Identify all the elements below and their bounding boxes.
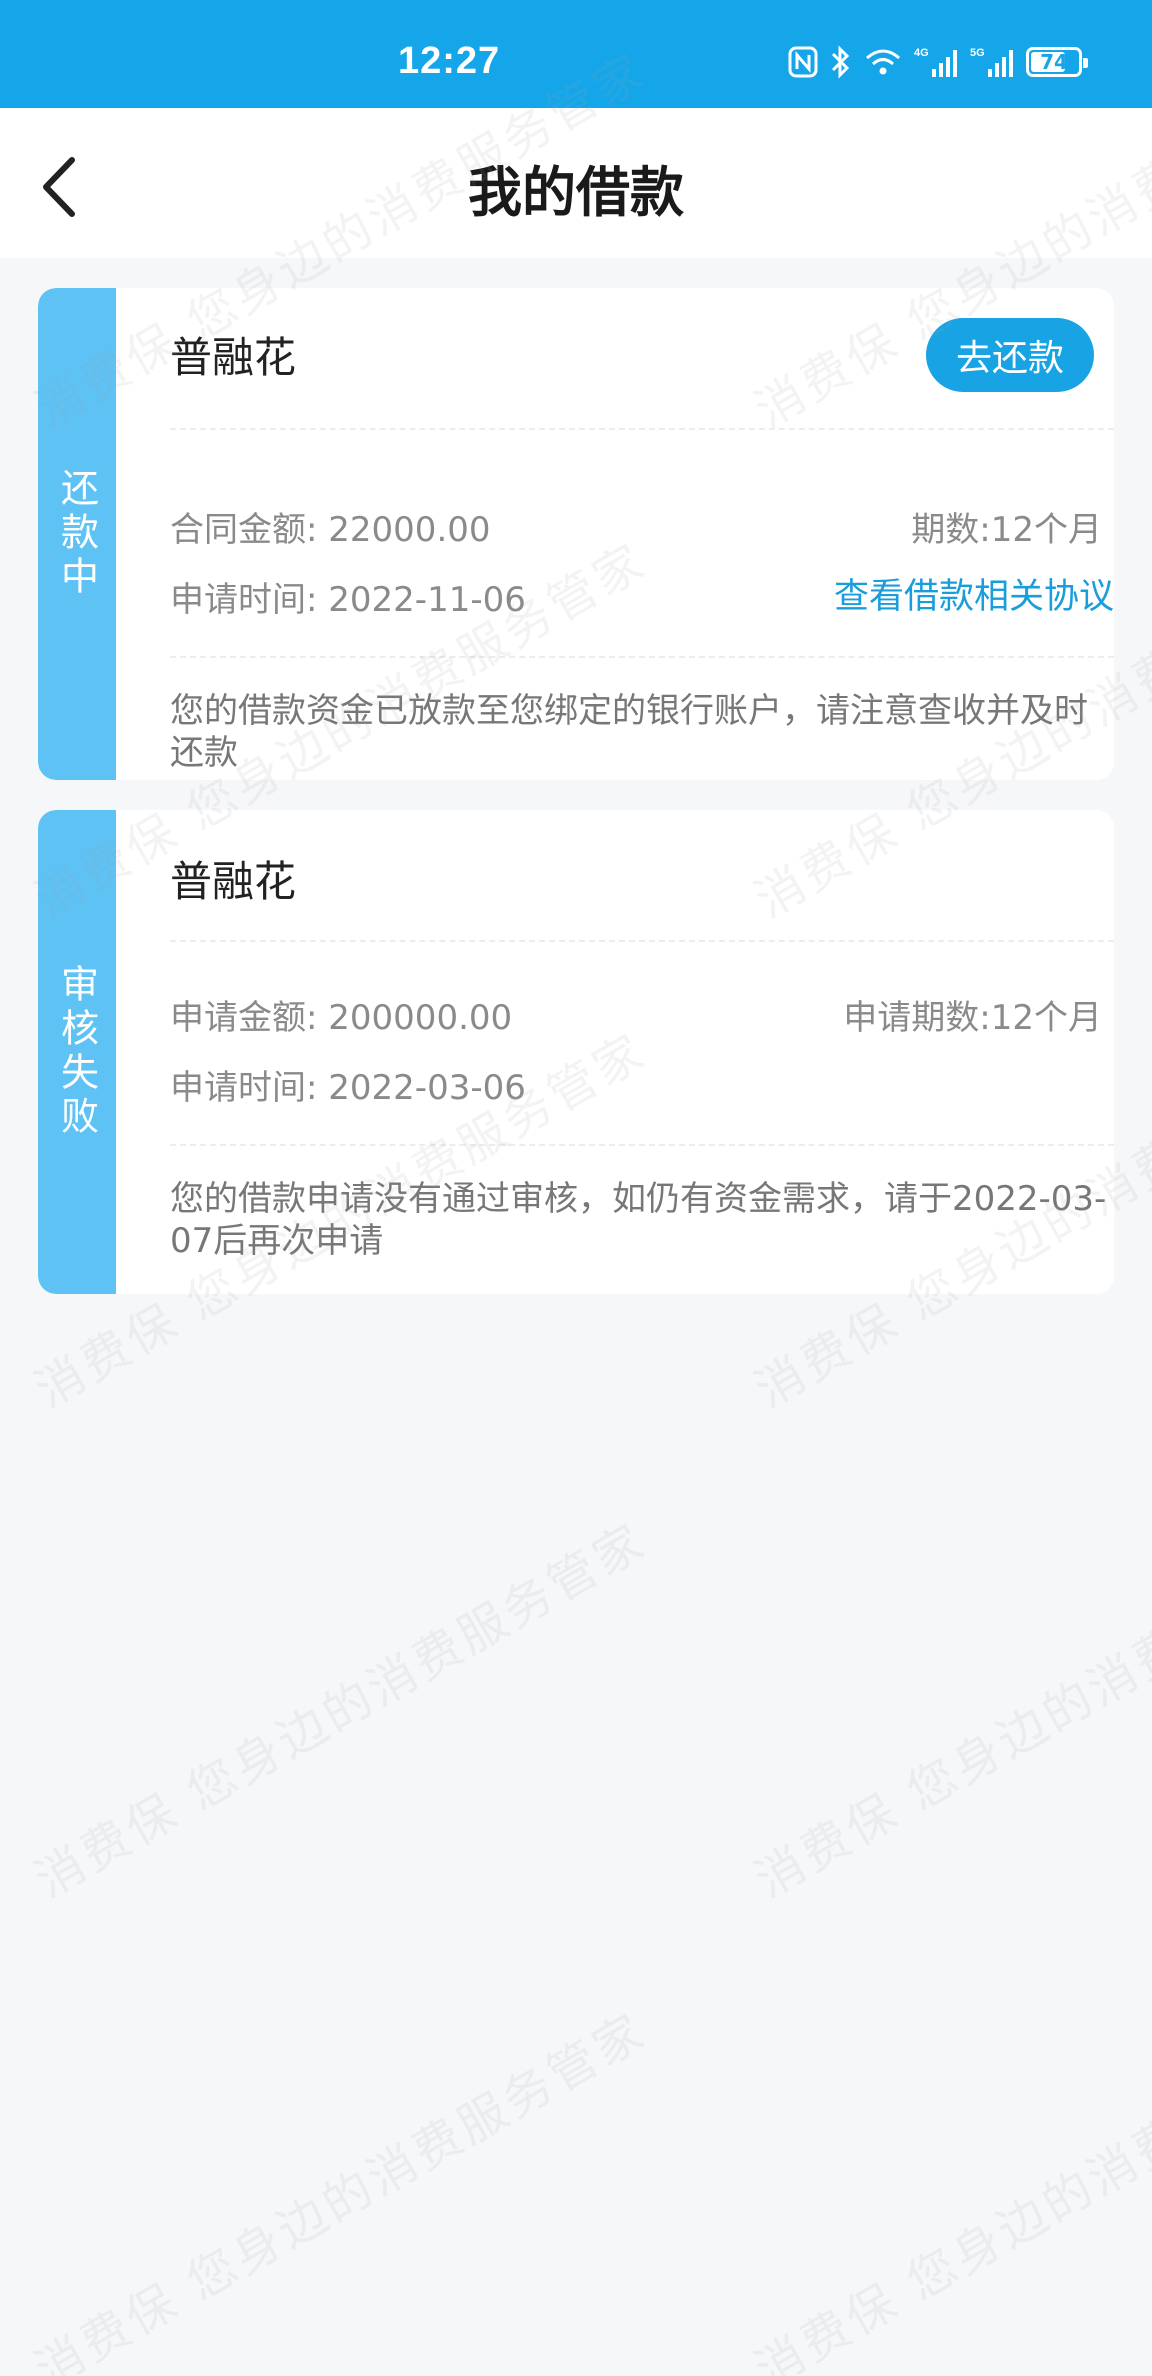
apply-time-label: 申请时间: [170, 1068, 318, 1108]
loan-card-body: 普融花 申请金额: 200000.00 申请期数:12个月 申请时间: 2022… [170, 810, 1114, 1294]
installments-label: 期数: [911, 510, 991, 550]
bluetooth-icon [830, 42, 852, 82]
loan-note: 您的借款申请没有通过审核，如仍有资金需求，请于2022-03-07后再次申请 [170, 1179, 1107, 1261]
divider [170, 940, 1114, 942]
nfc-icon [788, 42, 818, 82]
battery-icon: 74 [1026, 47, 1088, 77]
loan-status-tab: 审核失败 [38, 810, 116, 1294]
loan-note: 您的借款资金已放款至您绑定的银行账户，请注意查收并及时还款 [170, 691, 1088, 773]
network-label-4g: 4G [914, 47, 929, 59]
apply-installments-value: 12个月 [990, 998, 1102, 1038]
divider [170, 428, 1114, 430]
status-time: 12:27 [398, 40, 501, 82]
contract-amount-label: 合同金额: [170, 510, 318, 550]
loan-card-body: 普融花 去还款 合同金额: 22000.00 期数:12个月 申请时间: 202… [170, 288, 1114, 780]
loan-status-tab: 还款中 [38, 288, 116, 780]
signal-4g-icon: 4G [914, 42, 958, 82]
signal-5g-icon: 5G [970, 42, 1014, 82]
apply-amount-label: 申请金额: [170, 998, 318, 1038]
apply-time-value: 2022-03-06 [328, 1068, 526, 1108]
apply-installments: 申请期数:12个月 [843, 990, 1102, 1039]
status-bar: 12:27 4G 5G 74 [0, 0, 1152, 108]
apply-amount: 申请金额: 200000.00 [170, 990, 512, 1039]
wifi-icon [864, 42, 902, 82]
divider [170, 1144, 1114, 1146]
product-name: 普融花 [170, 857, 297, 906]
divider [170, 656, 1114, 658]
nav-bar: 我的借款 [0, 108, 1152, 258]
installments: 期数:12个月 [911, 502, 1102, 551]
loan-status-label: 还款中 [54, 468, 99, 600]
loan-status-label: 审核失败 [54, 964, 99, 1140]
loan-card[interactable]: 还款中 普融花 去还款 合同金额: 22000.00 期数:12个月 申请时间:… [38, 288, 1114, 780]
view-agreement-link[interactable]: 查看借款相关协议 [834, 568, 1114, 619]
apply-installments-label: 申请期数: [843, 998, 991, 1038]
apply-time-label: 申请时间: [170, 580, 318, 620]
loan-card[interactable]: 审核失败 普融花 申请金额: 200000.00 申请期数:12个月 申请时间:… [38, 810, 1114, 1294]
page-title: 我的借款 [468, 161, 684, 224]
product-name: 普融花 [170, 333, 297, 382]
status-icons: 4G 5G 74 [788, 42, 1088, 82]
contract-amount-value: 22000.00 [328, 510, 491, 550]
apply-time-value: 2022-11-06 [328, 580, 526, 620]
loan-list: 还款中 普融花 去还款 合同金额: 22000.00 期数:12个月 申请时间:… [0, 258, 1152, 2376]
apply-amount-value: 200000.00 [328, 998, 513, 1038]
contract-amount: 合同金额: 22000.00 [170, 502, 491, 551]
repay-button[interactable]: 去还款 [926, 318, 1094, 392]
network-label-5g: 5G [970, 47, 985, 59]
battery-level: 74 [1040, 50, 1068, 74]
apply-time: 申请时间: 2022-11-06 [170, 572, 526, 621]
apply-time: 申请时间: 2022-03-06 [170, 1060, 526, 1109]
installments-value: 12个月 [990, 510, 1102, 550]
